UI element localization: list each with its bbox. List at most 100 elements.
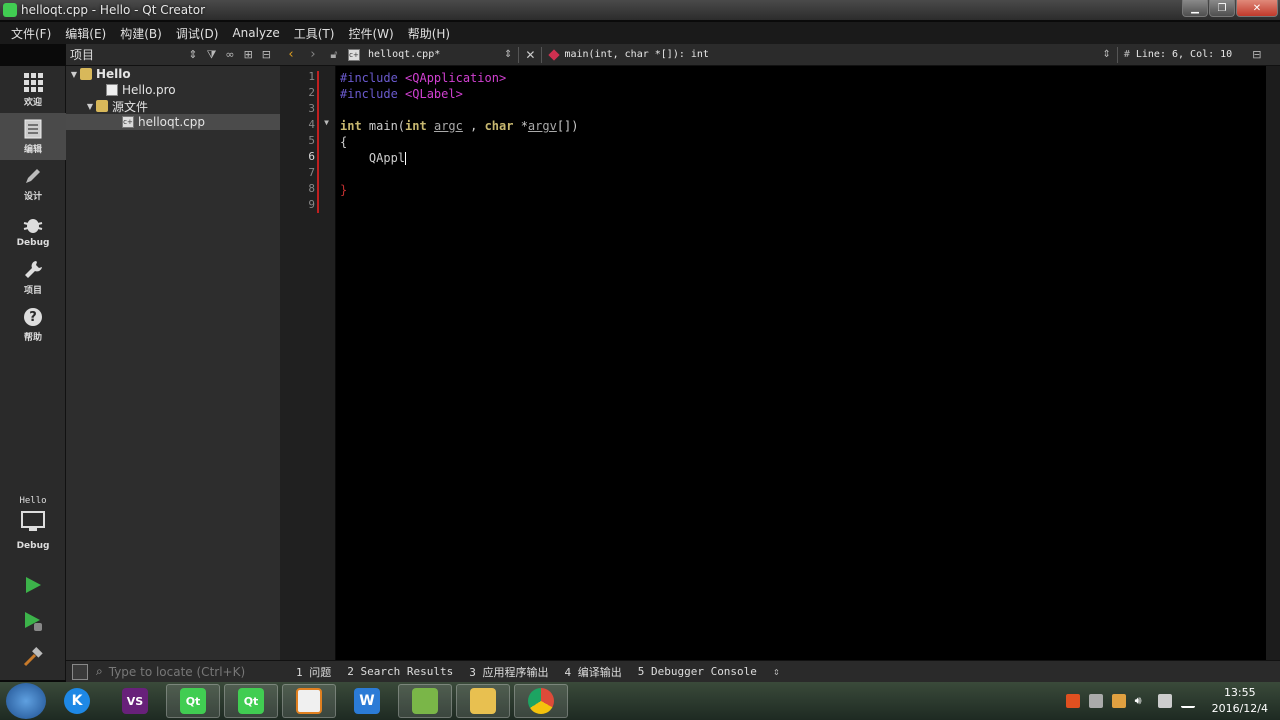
qt-creator-app-icon [3,3,17,17]
cursor-position[interactable]: Line: 6, Col: 10 [1136,49,1232,60]
line-number: 9 [308,198,315,211]
output-pane-bar: ⌕ Type to locate (Ctrl+K) 1 问题 2 Search … [66,660,1280,682]
code-line: } [336,182,1266,198]
dropdown-arrow-icon[interactable]: ⇕ [504,49,512,60]
menu-edit[interactable]: 编辑(E) [58,25,113,42]
mode-label: 设计 [23,192,42,202]
expand-arrow-icon[interactable]: ▼ [68,70,80,79]
back-arrow-icon[interactable]: ‹ [280,47,302,62]
mode-welcome[interactable]: 欢迎 [0,66,66,113]
menu-analyze[interactable]: Analyze [225,26,286,40]
taskbar-app[interactable]: W [340,684,394,718]
start-button[interactable] [6,683,46,719]
split-editor-icon[interactable]: ⊟ [1252,48,1261,61]
close-document-icon[interactable]: ✕ [525,48,535,62]
sort-updown-icon[interactable]: ⇕ [188,48,197,61]
debug-run-button[interactable] [20,608,46,634]
tray-app-icon[interactable] [1157,694,1172,708]
line-number: 6 [308,150,315,163]
output-tab-search-results[interactable]: 2 Search Results [347,665,453,678]
taskbar-app[interactable] [282,684,336,718]
code-line-current: QAppl [336,150,1266,166]
taskbar: K VS Qt Qt W 🔊︎ 13:55 2016/12/4 [0,682,1280,720]
kit-project-name: Hello [19,496,47,506]
tree-item-source-file[interactable]: c+ helloqt.cpp [66,114,280,130]
code-editor[interactable]: #include <QApplication> #include <QLabel… [336,66,1266,660]
tree-item-project[interactable]: ▼ Hello [66,66,280,82]
kit-selector[interactable]: Hello Debug [0,496,66,551]
more-tabs-icon[interactable]: ⇕ [773,665,780,678]
fold-arrow-icon[interactable]: ▼ [324,118,329,127]
filter-icon[interactable]: ⧩ [207,48,217,62]
line-number: 4 ▼ [280,118,335,134]
build-button[interactable] [20,644,46,670]
menu-build[interactable]: 构建(B) [113,25,169,42]
taskbar-app[interactable]: VS [108,684,162,718]
open-document-select[interactable]: helloqt.cpp* [368,49,504,60]
volume-icon[interactable]: 🔊︎ [1135,694,1149,708]
maximize-button[interactable]: ❐ [1209,0,1235,17]
vertical-scrollbar[interactable] [1266,66,1280,660]
input-method-icon[interactable] [1065,694,1080,708]
qt-icon: Qt [180,688,206,714]
split-icon[interactable]: ⊞ [244,48,253,61]
close-panel-icon[interactable]: ⊟ [262,48,271,61]
window-title: helloqt.cpp - Hello - Qt Creator [21,3,206,17]
menu-widgets[interactable]: 控件(W) [341,25,400,42]
toggle-sidebar-icon[interactable] [72,663,88,680]
mode-edit[interactable]: 编辑 [0,113,66,160]
network-signal-icon[interactable] [1180,694,1195,708]
code-line: #include <QApplication> [336,70,1266,86]
locator-input[interactable]: Type to locate (Ctrl+K) [109,665,245,679]
output-tab-application-output[interactable]: 3 应用程序输出 [469,664,548,680]
taskbar-app[interactable]: K [50,684,104,718]
minimize-button[interactable]: ▁ [1182,0,1208,17]
mode-help[interactable]: ? 帮助 [0,301,66,348]
taskbar-app[interactable] [514,684,568,718]
preprocessor-token: #include [340,71,398,85]
menu-debug[interactable]: 调试(D) [169,25,226,42]
tray-app-icon[interactable] [1111,694,1126,708]
pro-file-icon [106,84,118,96]
line-number-gutter: 1 2 3 4 ▼ 5 6 7 8 9 [280,66,335,660]
line-number: 7 [308,166,315,179]
output-tab-compile-output[interactable]: 4 编译输出 [564,664,621,680]
link-icon[interactable]: ∞ [225,48,234,61]
taskbar-app[interactable]: Qt [166,684,220,718]
mode-label: 欢迎 [23,98,42,108]
dropdown-arrow-icon[interactable]: ⇕ [1102,49,1110,60]
projects-view-select[interactable]: 项目 [70,46,188,63]
menu-help[interactable]: 帮助(H) [401,25,457,42]
punctuation-token: * [513,119,528,133]
taskbar-app[interactable]: Qt [224,684,278,718]
output-tab-issues[interactable]: 1 问题 [296,664,331,680]
project-tree: ▼ Hello Hello.pro ▼ 源文件 c+ helloqt.cpp [66,66,280,660]
mode-design[interactable]: 设计 [0,160,66,207]
tree-item-pro-file[interactable]: Hello.pro [66,82,280,98]
symbol-select[interactable]: main(int, char *[]): int [564,49,1102,60]
title-bar: helloqt.cpp - Hello - Qt Creator ▁ ❐ ✕ [0,0,1280,20]
run-button[interactable] [20,572,46,598]
menu-file[interactable]: 文件(F) [4,25,58,42]
mode-debug[interactable]: Debug [0,207,66,254]
grid-icon [24,73,43,92]
tree-item-sources[interactable]: ▼ 源文件 [66,98,280,114]
menu-tools[interactable]: 工具(T) [287,25,342,42]
expand-arrow-icon[interactable]: ▼ [84,102,96,111]
forward-arrow-icon[interactable]: › [302,47,324,62]
qt-creator-icon: Qt [238,688,264,714]
taskbar-app[interactable] [456,684,510,718]
close-button[interactable]: ✕ [1236,0,1278,17]
chrome-icon [528,688,554,714]
clock[interactable]: 13:55 2016/12/4 [1212,685,1268,717]
line-number-text: 4 [308,118,315,131]
locator[interactable]: ⌕ Type to locate (Ctrl+K) [66,661,280,683]
project-folder-icon [80,68,92,80]
code-line: { [336,134,1266,150]
tray-app-icon[interactable] [1088,694,1103,708]
preprocessor-token: #include [340,87,398,101]
taskbar-app[interactable] [398,684,452,718]
output-tab-debugger-console[interactable]: 5 Debugger Console [638,665,757,678]
mode-projects[interactable]: 项目 [0,254,66,301]
cpp-file-icon: c+ [122,116,134,128]
